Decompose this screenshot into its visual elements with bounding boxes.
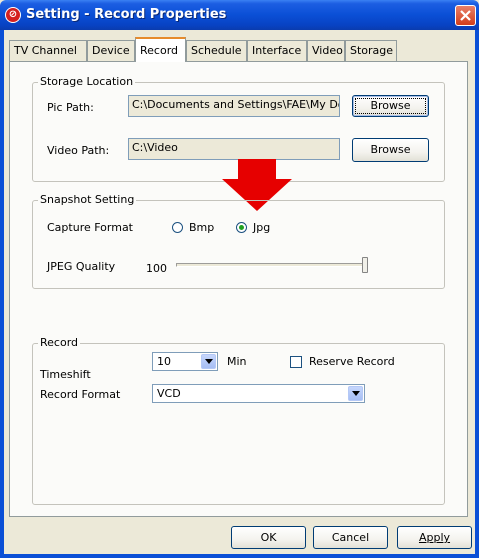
timeshift-unit: Min bbox=[227, 355, 247, 368]
record-app-icon: ⊘ bbox=[5, 7, 21, 23]
record-format-label: Record Format bbox=[40, 388, 121, 401]
jpeg-quality-slider-thumb[interactable] bbox=[362, 257, 368, 273]
tab-label: Video bbox=[312, 44, 343, 57]
snapshot-setting-legend: Snapshot Setting bbox=[38, 193, 137, 206]
timeshift-select[interactable]: 10 bbox=[152, 352, 218, 371]
jpeg-quality-value: 100 bbox=[146, 262, 167, 275]
reserve-record-label: Reserve Record bbox=[309, 355, 395, 368]
storage-location-legend: Storage Location bbox=[38, 75, 136, 88]
pic-path-label: Pic Path: bbox=[47, 101, 94, 114]
close-icon bbox=[460, 10, 471, 21]
chevron-down-icon bbox=[205, 359, 213, 364]
ok-button[interactable]: OK bbox=[231, 526, 306, 549]
cancel-button[interactable]: Cancel bbox=[313, 526, 388, 549]
tab-tv-channel[interactable]: TV Channel bbox=[9, 40, 87, 61]
window-border-left bbox=[0, 30, 4, 558]
video-browse-button[interactable]: Browse bbox=[352, 138, 429, 162]
window-border-bottom bbox=[0, 554, 479, 558]
tab-label: Interface bbox=[252, 44, 302, 57]
radio-selected-dot bbox=[239, 225, 244, 230]
tab-device[interactable]: Device bbox=[87, 40, 135, 61]
jpeg-quality-label: JPEG Quality bbox=[47, 260, 116, 273]
record-legend: Record bbox=[38, 336, 81, 349]
pic-path-field[interactable]: C:\Documents and Settings\FAE\My Do bbox=[128, 95, 340, 117]
video-path-label: Video Path: bbox=[47, 144, 110, 157]
video-path-field[interactable]: C:\Video bbox=[128, 138, 340, 160]
snapshot-setting-group bbox=[32, 200, 445, 289]
jpg-radio-label: Jpg bbox=[253, 221, 271, 234]
tab-storage[interactable]: Storage bbox=[345, 40, 397, 61]
tab-label: Record bbox=[140, 44, 179, 57]
window-title: Setting - Record Properties bbox=[26, 7, 227, 22]
apply-button[interactable]: Apply bbox=[397, 526, 472, 549]
capture-format-label: Capture Format bbox=[47, 221, 133, 234]
chevron-down-icon bbox=[352, 391, 360, 396]
bmp-radio[interactable] bbox=[172, 222, 183, 233]
timeshift-value: 10 bbox=[157, 355, 171, 368]
tab-label: Schedule bbox=[191, 44, 242, 57]
record-format-dropdown-button[interactable] bbox=[348, 386, 363, 401]
jpg-radio[interactable] bbox=[236, 222, 247, 233]
jpeg-quality-slider[interactable] bbox=[176, 263, 368, 267]
record-format-value: VCD bbox=[157, 387, 181, 400]
tab-record[interactable]: Record bbox=[135, 37, 186, 62]
tab-label: TV Channel bbox=[14, 44, 77, 57]
tab-label: Device bbox=[92, 44, 130, 57]
tab-label: Storage bbox=[350, 44, 394, 57]
timeshift-label: Timeshift bbox=[40, 368, 91, 381]
tab-video[interactable]: Video bbox=[307, 40, 345, 61]
record-format-select[interactable]: VCD bbox=[152, 384, 365, 403]
tab-interface[interactable]: Interface bbox=[247, 40, 307, 61]
close-button[interactable] bbox=[455, 5, 476, 26]
window-border-right bbox=[475, 30, 479, 558]
tab-schedule[interactable]: Schedule bbox=[186, 40, 247, 61]
timeshift-dropdown-button[interactable] bbox=[201, 354, 216, 369]
bmp-radio-label: Bmp bbox=[189, 221, 215, 234]
reserve-record-checkbox[interactable] bbox=[290, 356, 302, 368]
pic-browse-button[interactable]: Browse bbox=[352, 95, 429, 117]
